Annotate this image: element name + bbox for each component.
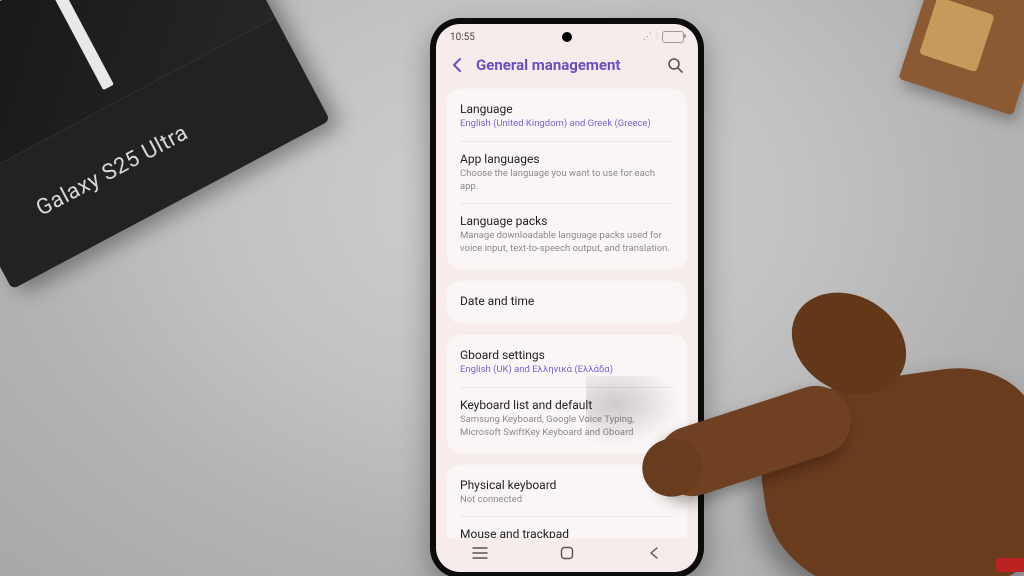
settings-row-physical-keyboard[interactable]: Physical keyboard Not connected	[460, 468, 674, 518]
battery-icon	[662, 31, 684, 43]
phone-frame: 10:55 ⋰ ⫶ General management	[430, 18, 704, 576]
settings-row-date-time[interactable]: Date and time	[460, 284, 674, 320]
row-sub: English (UK) and Ελληνικά (Ελλάδα)	[460, 364, 674, 377]
status-indicators: ⋰ ⫶	[643, 31, 684, 43]
settings-group: Language English (United Kingdom) and Gr…	[446, 88, 688, 270]
settings-row-language-packs[interactable]: Language packs Manage downloadable langu…	[460, 204, 674, 266]
row-label: Mouse and trackpad	[460, 527, 674, 538]
nav-bar	[436, 538, 698, 572]
row-sub: Choose the language you want to use for …	[460, 168, 674, 194]
desk-surface: Galaxy S25 Ultra 10:55 ⋰ ⫶	[0, 0, 1024, 576]
row-label: Language	[460, 102, 674, 116]
back-button[interactable]	[446, 57, 468, 73]
page-header: General management	[436, 50, 698, 88]
settings-row-mouse-trackpad[interactable]: Mouse and trackpad	[460, 517, 674, 538]
status-time: 10:55	[450, 32, 475, 43]
phone-screen: 10:55 ⋰ ⫶ General management	[436, 24, 698, 572]
red-tag	[996, 558, 1024, 572]
row-label: Keyboard list and default	[460, 398, 674, 412]
row-sub: Samsung Keyboard, Google Voice Typing, M…	[460, 414, 674, 440]
settings-content[interactable]: Language English (United Kingdom) and Gr…	[436, 88, 698, 538]
nav-back-button[interactable]	[644, 546, 664, 560]
settings-group: Date and time	[446, 280, 688, 324]
wooden-blocks	[898, 0, 1024, 116]
nav-home-button[interactable]	[557, 546, 577, 560]
settings-group: Physical keyboard Not connected Mouse an…	[446, 464, 688, 539]
settings-row-language[interactable]: Language English (United Kingdom) and Gr…	[460, 92, 674, 142]
row-sub: Not connected	[460, 494, 674, 507]
signal-icon: ⫶	[656, 32, 658, 42]
box-graphic-bar	[51, 0, 113, 90]
row-sub: Manage downloadable language packs used …	[460, 230, 674, 256]
row-label: App languages	[460, 152, 674, 166]
row-label: Language packs	[460, 214, 674, 228]
settings-group: Gboard settings English (UK) and Ελληνικ…	[446, 334, 688, 453]
row-label: Date and time	[460, 294, 674, 308]
product-box: Galaxy S25 Ultra	[0, 0, 330, 289]
wifi-icon: ⋰	[643, 32, 652, 42]
page-title: General management	[476, 56, 656, 74]
settings-row-app-languages[interactable]: App languages Choose the language you wa…	[460, 142, 674, 205]
row-label: Physical keyboard	[460, 478, 674, 492]
row-sub: English (United Kingdom) and Greek (Gree…	[460, 118, 674, 131]
camera-punch-hole	[562, 32, 572, 42]
settings-row-keyboard-list[interactable]: Keyboard list and default Samsung Keyboa…	[460, 388, 674, 450]
nav-recents-button[interactable]	[470, 546, 490, 560]
row-label: Gboard settings	[460, 348, 674, 362]
settings-row-gboard[interactable]: Gboard settings English (UK) and Ελληνικ…	[460, 338, 674, 388]
search-button[interactable]	[664, 57, 686, 73]
